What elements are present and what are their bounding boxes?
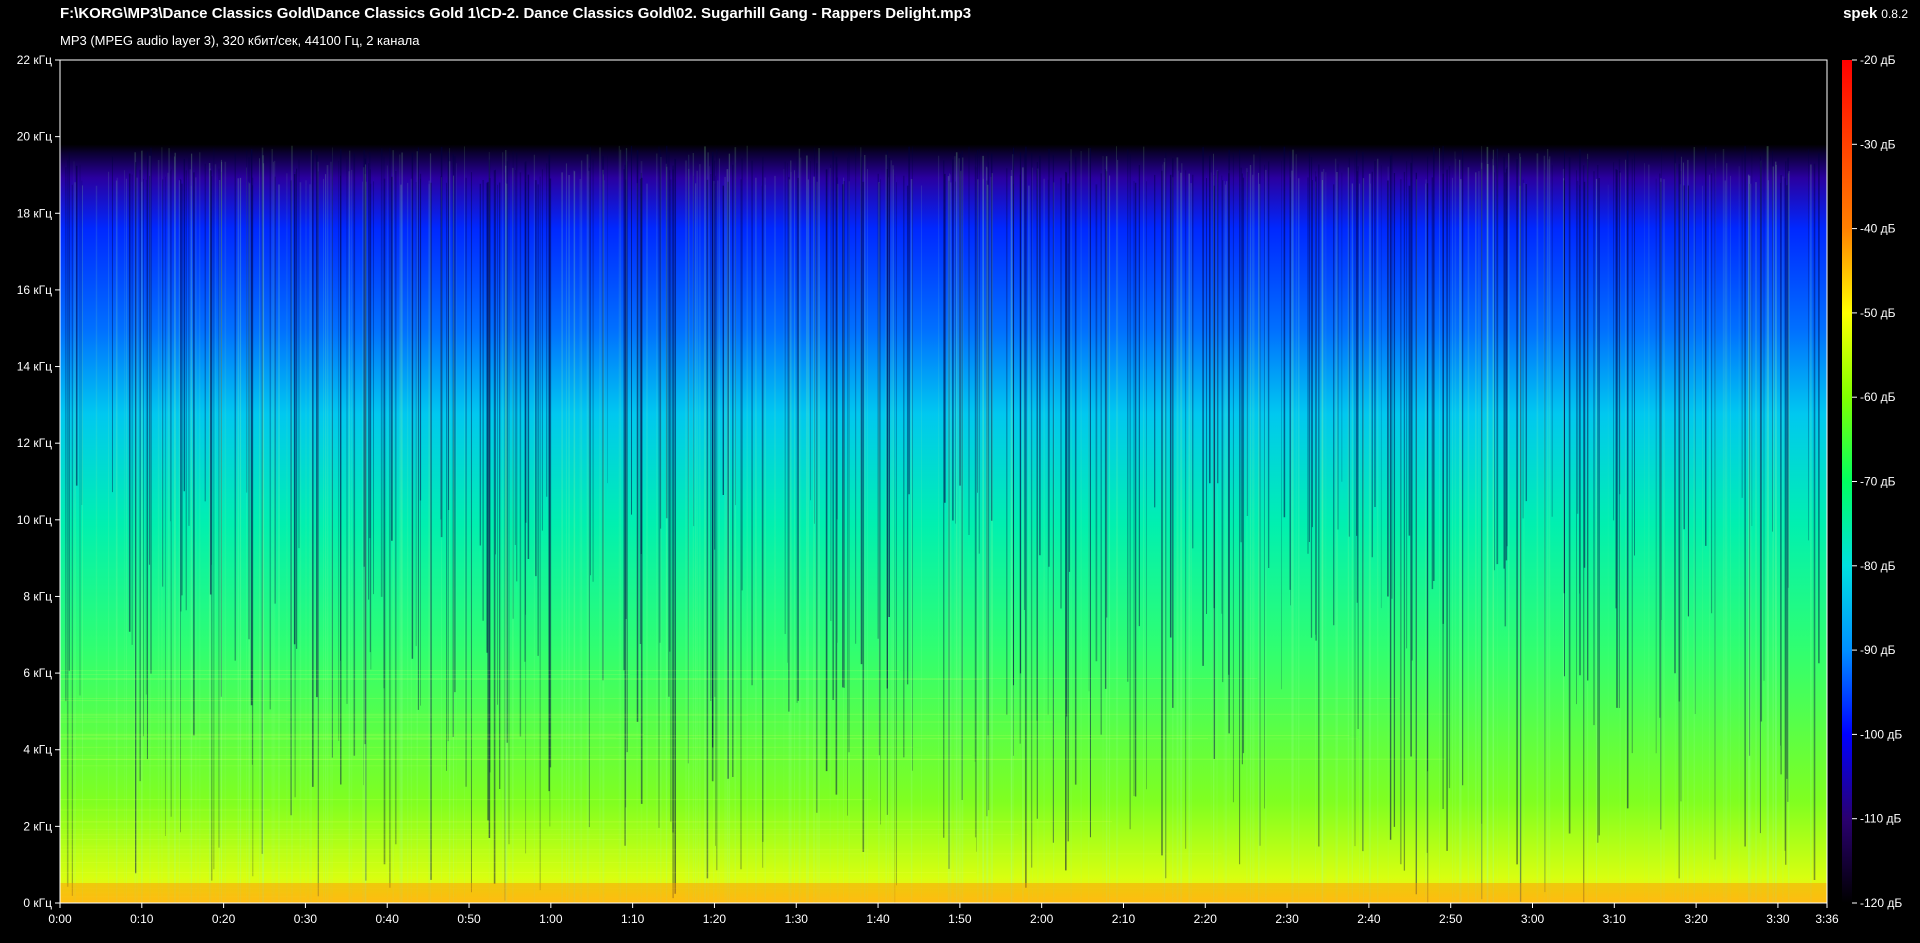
colorbar-tick-label: -110 дБ bbox=[1860, 812, 1901, 826]
frequency-axis: 0 кГц 2 кГц 4 кГц 6 кГц 8 кГц 10 кГц 12 кГц 14 … bbox=[17, 53, 60, 910]
spectrogram-bass-band bbox=[60, 883, 1827, 903]
colorbar-tick-label: -30 дБ bbox=[1860, 137, 1896, 151]
x-tick-label: 2:00 bbox=[1030, 912, 1054, 926]
x-tick-label: 1:30 bbox=[785, 912, 809, 926]
x-tick-label: 1:10 bbox=[621, 912, 645, 926]
x-tick-label: 1:20 bbox=[703, 912, 727, 926]
x-tick-label: 2:10 bbox=[1112, 912, 1136, 926]
colorbar-tick-label: -80 дБ bbox=[1860, 559, 1896, 573]
x-tick-label: 2:30 bbox=[1275, 912, 1299, 926]
colorbar-tick-label: -20 дБ bbox=[1860, 53, 1896, 67]
spectrogram-chart: 0 кГц 2 кГц 4 кГц 6 кГц 8 кГц 10 кГц 12 кГц 14 … bbox=[17, 53, 1903, 926]
x-tick-label: 3:30 bbox=[1766, 912, 1790, 926]
x-tick-label: 2:20 bbox=[1194, 912, 1218, 926]
y-tick-label: 12 кГц bbox=[17, 436, 52, 450]
colorbar-tick-label: -40 дБ bbox=[1860, 222, 1896, 236]
x-tick-label: 1:40 bbox=[866, 912, 890, 926]
colorbar-tick-label: -60 дБ bbox=[1860, 390, 1896, 404]
x-tick-label: 0:00 bbox=[48, 912, 72, 926]
colorbar-tick-label: -50 дБ bbox=[1860, 306, 1896, 320]
y-tick-label: 22 кГц bbox=[17, 53, 52, 67]
colorbar bbox=[1842, 60, 1852, 903]
y-tick-label: 16 кГц bbox=[17, 283, 52, 297]
y-tick-label: 0 кГц bbox=[23, 896, 52, 910]
x-tick-label: 0:30 bbox=[294, 912, 318, 926]
x-tick-label: 0:50 bbox=[457, 912, 481, 926]
spek-window: F:\KORG\MP3\Dance Classics Gold\Dance Cl… bbox=[0, 0, 1920, 943]
y-tick-label: 4 кГц bbox=[23, 743, 52, 757]
x-tick-label: 0:10 bbox=[130, 912, 154, 926]
x-tick-label: 0:20 bbox=[212, 912, 236, 926]
x-tick-label: 3:10 bbox=[1603, 912, 1627, 926]
colorbar-tick-label: -70 дБ bbox=[1860, 475, 1896, 489]
y-tick-label: 8 кГц bbox=[23, 589, 52, 603]
time-axis: 0:00 0:10 0:20 0:30 0:40 0:50 1:00 1:10 1:20 1:30… bbox=[48, 903, 1839, 926]
x-tick-label: 3:20 bbox=[1684, 912, 1708, 926]
colorbar-tick-label: -90 дБ bbox=[1860, 643, 1896, 657]
y-tick-label: 10 кГц bbox=[17, 513, 52, 527]
colorbar-tick-label: -100 дБ bbox=[1860, 727, 1902, 741]
x-tick-label: 3:00 bbox=[1521, 912, 1545, 926]
x-tick-label: 1:00 bbox=[539, 912, 563, 926]
x-tick-label: 3:36 bbox=[1815, 912, 1839, 926]
x-tick-label: 1:50 bbox=[948, 912, 972, 926]
x-tick-label: 2:50 bbox=[1439, 912, 1463, 926]
x-tick-label: 0:40 bbox=[376, 912, 400, 926]
y-tick-label: 18 кГц bbox=[17, 206, 52, 220]
y-tick-label: 2 кГц bbox=[23, 819, 52, 833]
y-tick-label: 14 кГц bbox=[17, 360, 52, 374]
colorbar-axis: -20 дБ -30 дБ -40 дБ -50 дБ -60 дБ -70 дБ -80 … bbox=[1852, 53, 1902, 910]
y-tick-label: 20 кГц bbox=[17, 130, 52, 144]
y-tick-label: 6 кГц bbox=[23, 666, 52, 680]
x-tick-label: 2:40 bbox=[1357, 912, 1381, 926]
colorbar-tick-label: -120 дБ bbox=[1860, 896, 1902, 910]
